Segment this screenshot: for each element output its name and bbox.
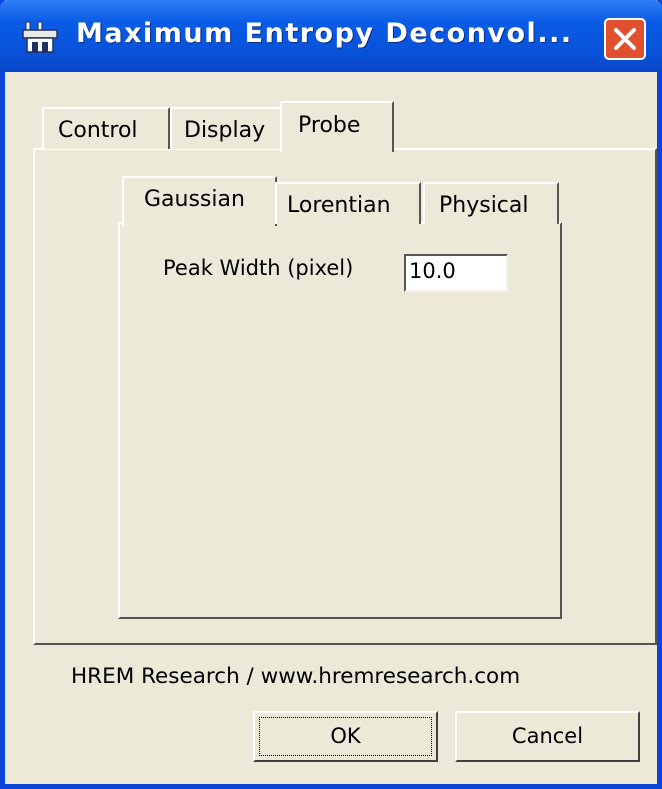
focus-rectangle (259, 717, 432, 756)
tab-display-label: Display (184, 118, 266, 143)
close-icon (614, 28, 636, 50)
plugin-icon (22, 21, 58, 53)
tab-control-label: Control (58, 118, 138, 143)
tab-lorentian-label: Lorentian (287, 193, 391, 218)
ok-button[interactable]: OK (253, 711, 438, 762)
dialog-window: Maximum Entropy Deconvol... Control Disp… (0, 0, 662, 789)
cancel-button[interactable]: Cancel (455, 711, 640, 762)
tab-display[interactable]: Display (170, 107, 282, 149)
tab-control[interactable]: Control (42, 107, 170, 149)
peak-width-label: Peak Width (pixel) (163, 256, 354, 280)
tab-gaussian[interactable]: Gaussian (122, 176, 277, 226)
title-bar[interactable]: Maximum Entropy Deconvol... (0, 0, 662, 72)
close-button[interactable] (604, 18, 646, 60)
window-title: Maximum Entropy Deconvol... (76, 18, 573, 49)
cancel-button-label: Cancel (511, 724, 584, 748)
tab-lorentian[interactable]: Lorentian (275, 182, 421, 224)
tab-physical[interactable]: Physical (423, 182, 559, 224)
tab-gaussian-label: Gaussian (144, 187, 245, 212)
peak-width-field[interactable]: 10.0 (404, 254, 508, 292)
tab-physical-label: Physical (439, 193, 529, 218)
tab-probe[interactable]: Probe (280, 101, 394, 152)
credit-text: HREM Research / www.hremresearch.com (71, 664, 521, 689)
tab-probe-label: Probe (298, 113, 361, 138)
